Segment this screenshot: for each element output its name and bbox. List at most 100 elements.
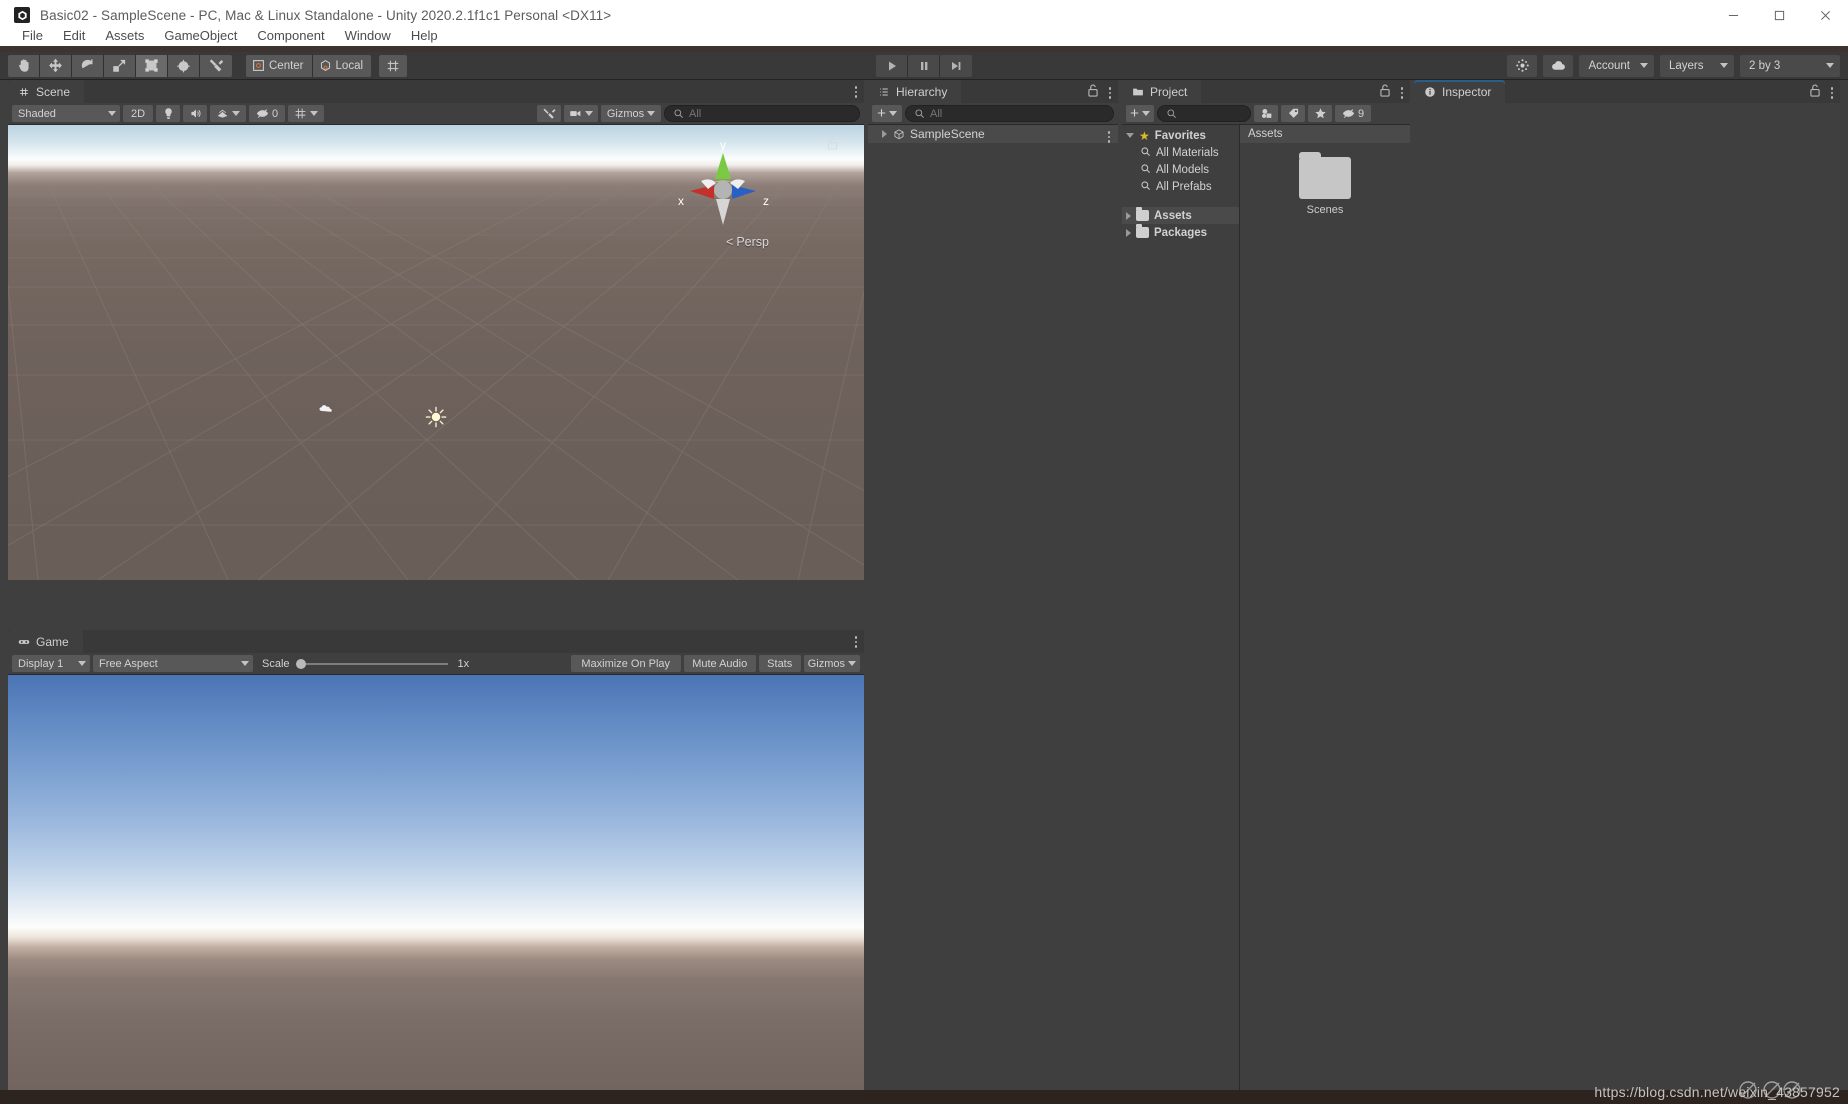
maximize-on-play-button[interactable]: Maximize On Play bbox=[570, 655, 681, 672]
hierarchy-item-samplescene[interactable]: SampleScene bbox=[868, 125, 1118, 143]
favorite-all-materials[interactable]: All Materials bbox=[1122, 144, 1239, 161]
pivot-rotation-button[interactable]: Local bbox=[312, 54, 372, 77]
hidden-eye-icon[interactable]: 9 bbox=[1335, 105, 1371, 122]
lightbulb-icon[interactable] bbox=[156, 105, 180, 122]
favorite-all-models[interactable]: All Models bbox=[1122, 161, 1239, 178]
chevron-down-icon bbox=[108, 111, 116, 116]
pivot-mode-button[interactable]: Center bbox=[246, 54, 313, 77]
project-tree-item-assets[interactable]: Assets bbox=[1122, 207, 1239, 224]
hierarchy-add-button[interactable]: + bbox=[872, 105, 902, 122]
scene-tools-icon[interactable] bbox=[537, 105, 561, 122]
kebab-icon[interactable] bbox=[853, 634, 860, 650]
scene-orientation-gizmo[interactable]: y x z bbox=[668, 133, 778, 243]
effects-icon[interactable] bbox=[210, 105, 246, 122]
custom-tool-button[interactable] bbox=[200, 54, 232, 77]
game-viewport[interactable] bbox=[8, 675, 864, 1104]
play-button[interactable] bbox=[876, 54, 908, 77]
rect-tool-button[interactable] bbox=[136, 54, 168, 77]
draw-mode-label: Shaded bbox=[18, 107, 56, 120]
chevron-down-icon bbox=[585, 111, 593, 116]
stats-button[interactable]: Stats bbox=[758, 655, 801, 672]
scene-projection-label[interactable]: < Persp bbox=[726, 235, 769, 249]
move-tool-button[interactable] bbox=[40, 54, 72, 77]
tab-hierarchy[interactable]: Hierarchy bbox=[868, 80, 962, 103]
project-favorites-group[interactable]: ★ Favorites bbox=[1122, 127, 1239, 144]
chevron-down-icon[interactable] bbox=[1126, 133, 1134, 138]
collab-icon[interactable] bbox=[1507, 54, 1538, 77]
asset-item-scenes[interactable]: Scenes bbox=[1282, 152, 1368, 216]
folder-icon bbox=[1136, 224, 1149, 238]
inspector-content bbox=[1414, 103, 1840, 1104]
chevron-right-icon[interactable] bbox=[1126, 228, 1131, 237]
unlock-icon[interactable] bbox=[1379, 84, 1391, 102]
directional-light-gizmo[interactable] bbox=[425, 406, 447, 428]
gamepad-icon bbox=[17, 635, 30, 648]
menu-gameobject[interactable]: GameObject bbox=[154, 26, 247, 45]
filter-label-icon[interactable] bbox=[1281, 105, 1305, 122]
project-body: ★ Favorites All Materials All Models All… bbox=[1122, 125, 1410, 1104]
kebab-icon[interactable] bbox=[1107, 85, 1114, 101]
layout-dropdown[interactable]: 2 by 3 bbox=[1740, 54, 1840, 77]
kebab-icon[interactable] bbox=[1829, 85, 1836, 101]
scale-slider[interactable]: Scale 1x bbox=[256, 655, 475, 672]
scale-value: 1x bbox=[457, 657, 470, 670]
project-tree-item-packages[interactable]: Packages bbox=[1122, 224, 1239, 241]
scene-search-input[interactable]: All bbox=[664, 105, 860, 122]
mute-audio-button[interactable]: Mute Audio bbox=[683, 655, 756, 672]
rotate-tool-button[interactable] bbox=[72, 54, 104, 77]
scene-grid-vis-icon[interactable] bbox=[288, 105, 324, 122]
scale-track[interactable] bbox=[295, 658, 448, 669]
tab-project[interactable]: Project bbox=[1122, 80, 1202, 103]
scale-knob[interactable] bbox=[295, 658, 306, 669]
filter-type-icon[interactable] bbox=[1254, 105, 1278, 122]
hand-tool-button[interactable] bbox=[8, 54, 40, 77]
kebab-icon[interactable] bbox=[853, 84, 860, 100]
toggle-2d-button[interactable]: 2D bbox=[123, 105, 153, 122]
account-dropdown[interactable]: Account bbox=[1579, 54, 1654, 77]
unlock-icon[interactable] bbox=[1809, 84, 1821, 102]
project-search-input[interactable] bbox=[1157, 105, 1251, 122]
tab-inspector[interactable]: Inspector bbox=[1414, 80, 1506, 103]
inspector-tabbar-right bbox=[1809, 84, 1836, 102]
layers-dropdown[interactable]: Layers bbox=[1660, 54, 1734, 77]
kebab-icon[interactable] bbox=[1399, 85, 1406, 101]
game-gizmos-dropdown[interactable]: Gizmos bbox=[803, 655, 860, 672]
gizmos-dropdown[interactable]: Gizmos bbox=[601, 105, 661, 122]
menu-help[interactable]: Help bbox=[401, 26, 448, 45]
cloud-icon[interactable] bbox=[1543, 54, 1574, 77]
favorite-all-prefabs[interactable]: All Prefabs bbox=[1122, 178, 1239, 195]
folder-icon bbox=[1299, 152, 1351, 199]
draw-mode-dropdown[interactable]: Shaded bbox=[12, 105, 120, 122]
scene-viewport[interactable]: y x z < Persp bbox=[8, 125, 864, 580]
star-icon[interactable] bbox=[1308, 105, 1332, 122]
tab-scene[interactable]: Scene bbox=[8, 80, 85, 103]
camera-gizmo[interactable] bbox=[318, 402, 336, 416]
project-add-button[interactable]: + bbox=[1126, 105, 1154, 122]
menu-assets[interactable]: Assets bbox=[95, 26, 154, 45]
project-tree: ★ Favorites All Materials All Models All… bbox=[1122, 125, 1240, 1104]
display-dropdown[interactable]: Display 1 bbox=[12, 655, 90, 672]
transform-tool-button[interactable] bbox=[168, 54, 200, 77]
hierarchy-search-input[interactable]: All bbox=[905, 105, 1114, 122]
menu-window[interactable]: Window bbox=[335, 26, 401, 45]
menu-component[interactable]: Component bbox=[247, 26, 334, 45]
camera-icon[interactable] bbox=[564, 105, 598, 122]
aspect-dropdown[interactable]: Free Aspect bbox=[93, 655, 253, 672]
hidden-eye-icon[interactable]: 0 bbox=[249, 105, 285, 122]
chevron-right-icon[interactable] bbox=[882, 130, 887, 138]
menu-edit[interactable]: Edit bbox=[53, 26, 95, 45]
scene-visibility-count: 0 bbox=[271, 107, 279, 120]
audio-icon[interactable] bbox=[183, 105, 207, 122]
project-tree-label: Assets bbox=[1154, 209, 1192, 222]
unlock-icon[interactable] bbox=[1087, 84, 1099, 102]
axis-z-label: z bbox=[763, 194, 769, 208]
scale-tool-button[interactable] bbox=[104, 54, 136, 77]
grid-snap-icon[interactable] bbox=[379, 54, 408, 77]
viewport-lock-icon[interactable] bbox=[827, 137, 838, 155]
tab-game[interactable]: Game bbox=[8, 630, 83, 653]
menu-file[interactable]: File bbox=[12, 26, 53, 45]
kebab-icon[interactable] bbox=[1106, 129, 1113, 145]
chevron-right-icon[interactable] bbox=[1126, 211, 1131, 220]
pause-button[interactable] bbox=[908, 54, 940, 77]
step-button[interactable] bbox=[940, 54, 972, 77]
